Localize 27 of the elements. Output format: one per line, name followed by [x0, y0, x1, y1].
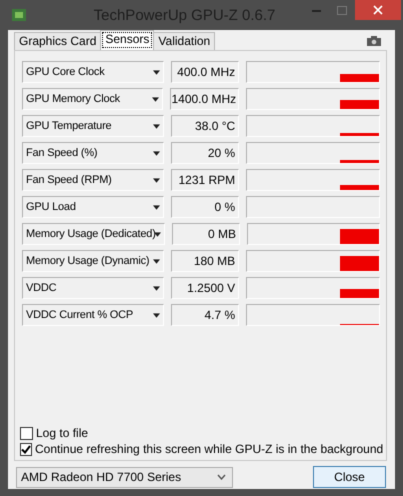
- sensor-reading: 1400.0 MHz: [170, 88, 240, 110]
- tab[interactable]: Sensors: [100, 30, 154, 50]
- sensor-reading: 1231 RPM: [170, 169, 240, 191]
- sensor-dropdown[interactable]: Memory Usage (Dynamic): [22, 250, 164, 272]
- sensor-reading: 38.0 °C: [170, 115, 240, 137]
- close-button[interactable]: Close: [313, 466, 386, 488]
- sensor-reading: 4.7 %: [170, 304, 240, 326]
- sensor-dropdown[interactable]: VDDC: [22, 277, 164, 299]
- tab[interactable]: Validation: [153, 32, 216, 50]
- sensor-dropdown[interactable]: GPU Memory Clock: [22, 88, 164, 110]
- sensor-dropdown[interactable]: Fan Speed (%): [22, 142, 164, 164]
- sensor-dropdown[interactable]: GPU Temperature: [22, 115, 164, 137]
- sensor-dropdown[interactable]: GPU Core Clock: [22, 61, 164, 83]
- sensor-dropdown[interactable]: GPU Load: [22, 196, 164, 218]
- sensor-reading: 0 %: [170, 196, 240, 218]
- sensor-dropdown[interactable]: Memory Usage (Dedicated): [22, 223, 165, 245]
- tab[interactable]: Graphics Card: [14, 32, 102, 50]
- sensor-dropdown[interactable]: VDDC Current % OCP: [22, 304, 164, 326]
- sensor-reading: 400.0 MHz: [170, 61, 240, 83]
- checkbox-label: Continue refreshing this screen while GPU-Z is in the background: [35, 442, 384, 456]
- checkbox-label: Log to file: [36, 426, 88, 440]
- sensor-reading: 1.2500 V: [170, 277, 240, 299]
- sensor-reading: 0 MB: [172, 223, 240, 245]
- sensor-reading: 20 %: [170, 142, 240, 164]
- sensor-dropdown[interactable]: Fan Speed (RPM): [22, 169, 164, 191]
- card-dropdown[interactable]: AMD Radeon HD 7700 Series: [16, 466, 233, 488]
- sensor-reading: 180 MB: [170, 250, 240, 272]
